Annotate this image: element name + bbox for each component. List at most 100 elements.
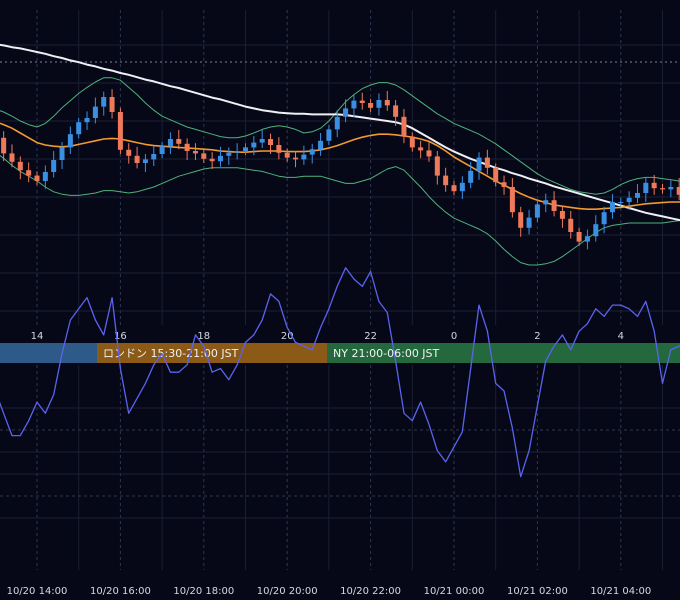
session-block <box>0 343 97 363</box>
candle-up[interactable] <box>151 154 157 160</box>
date-tick-label: 10/21 02:00 <box>507 586 568 597</box>
candle-down[interactable] <box>26 170 32 176</box>
candle-up[interactable] <box>67 134 73 148</box>
candle-up[interactable] <box>376 100 382 108</box>
candle-down[interactable] <box>134 155 140 163</box>
candle-up[interactable] <box>476 157 482 171</box>
date-tick-label: 10/21 04:00 <box>590 586 651 597</box>
candle-up[interactable] <box>326 129 332 141</box>
candle-up[interactable] <box>51 160 57 172</box>
candle-down[interactable] <box>568 218 574 232</box>
candle-down[interactable] <box>293 157 299 160</box>
candle-down[interactable] <box>660 188 665 190</box>
candle-down[interactable] <box>268 139 274 145</box>
candle-down[interactable] <box>1 137 7 154</box>
hour-tick-label: 22 <box>364 331 377 342</box>
candle-up[interactable] <box>351 100 357 109</box>
candle-down[interactable] <box>184 143 190 151</box>
candle-up[interactable] <box>459 182 465 192</box>
candle-up[interactable] <box>301 154 307 160</box>
candle-down[interactable] <box>117 112 123 150</box>
candle-down[interactable] <box>201 153 207 159</box>
candle-up[interactable] <box>618 202 624 203</box>
hour-tick-label: 0 <box>451 331 457 342</box>
candle-up[interactable] <box>584 236 590 242</box>
hour-tick-label: 14 <box>31 331 44 342</box>
candle-down[interactable] <box>9 153 15 162</box>
candle-up[interactable] <box>626 197 632 202</box>
chart-background <box>0 0 680 600</box>
candle-up[interactable] <box>318 140 324 150</box>
candle-down[interactable] <box>493 167 499 183</box>
candle-up[interactable] <box>634 193 640 198</box>
candle-up[interactable] <box>534 204 540 218</box>
session-bar: ロンドン 15:30-21:00 JST NY 21:00-06:00 JST <box>0 343 680 363</box>
candle-down[interactable] <box>518 212 524 228</box>
candle-up[interactable] <box>59 147 65 160</box>
candle-down[interactable] <box>451 185 457 192</box>
candle-up[interactable] <box>526 217 532 228</box>
candle-up[interactable] <box>668 187 674 190</box>
candle-down[interactable] <box>501 182 507 187</box>
candle-up[interactable] <box>217 155 223 162</box>
candle-up[interactable] <box>92 106 98 118</box>
date-tick-label: 10/20 16:00 <box>90 586 151 597</box>
candle-down[interactable] <box>384 100 390 106</box>
candle-down[interactable] <box>551 200 557 211</box>
date-tick-label: 10/21 00:00 <box>424 586 485 597</box>
candle-down[interactable] <box>418 147 424 151</box>
candle-down[interactable] <box>484 157 490 168</box>
candle-down[interactable] <box>576 232 582 242</box>
date-tick-label: 10/20 14:00 <box>7 586 68 597</box>
candle-down[interactable] <box>284 152 290 158</box>
candle-up[interactable] <box>259 139 265 143</box>
candle-up[interactable] <box>593 224 599 237</box>
candle-up[interactable] <box>42 172 48 181</box>
candle-up[interactable] <box>334 116 340 130</box>
candle-down[interactable] <box>509 187 515 213</box>
candle-up[interactable] <box>343 108 349 117</box>
candle-up[interactable] <box>84 118 90 123</box>
candle-down[interactable] <box>651 182 657 189</box>
hour-tick-label: 4 <box>618 331 624 342</box>
candle-up[interactable] <box>101 97 107 107</box>
candle-up[interactable] <box>142 159 148 163</box>
candle-down[interactable] <box>359 100 365 103</box>
candle-down[interactable] <box>443 175 449 186</box>
date-tick-label: 10/20 22:00 <box>340 586 401 597</box>
candle-up[interactable] <box>643 182 649 193</box>
candle-up[interactable] <box>167 139 173 147</box>
session-label: NY 21:00-06:00 JST <box>333 347 440 360</box>
candle-down[interactable] <box>17 161 23 171</box>
date-tick-label: 10/20 20:00 <box>257 586 318 597</box>
candle-down[interactable] <box>276 145 282 153</box>
candle-up[interactable] <box>251 142 257 148</box>
candle-down[interactable] <box>426 150 432 157</box>
candle-down[interactable] <box>393 105 399 117</box>
candle-up[interactable] <box>609 202 615 213</box>
date-tick-label: 10/20 18:00 <box>173 586 234 597</box>
candle-down[interactable] <box>409 136 415 148</box>
candle-up[interactable] <box>226 152 232 156</box>
trading-chart[interactable]: 14 16 18 20 22 0 2 4 ロンドン 15:30-21:00 JST NY 21:… <box>0 0 680 600</box>
session-label: ロンドン 15:30-21:00 JST <box>103 347 239 360</box>
candle-down[interactable] <box>209 158 215 162</box>
candle-down[interactable] <box>401 116 407 137</box>
candle-up[interactable] <box>76 122 82 135</box>
candle-up[interactable] <box>309 149 315 155</box>
candle-down[interactable] <box>34 175 40 181</box>
candle-up[interactable] <box>543 200 549 205</box>
candle-down[interactable] <box>126 149 132 156</box>
candle-down[interactable] <box>559 211 565 219</box>
candle-up[interactable] <box>234 151 240 153</box>
candle-down[interactable] <box>109 97 115 112</box>
candle-up[interactable] <box>601 212 607 225</box>
candle-up[interactable] <box>468 170 474 183</box>
candle-up[interactable] <box>159 146 165 154</box>
hour-tick-label: 2 <box>534 331 540 342</box>
candle-down[interactable] <box>192 151 198 154</box>
candle-up[interactable] <box>243 147 248 151</box>
candle-down[interactable] <box>176 139 182 144</box>
candle-down[interactable] <box>368 103 374 108</box>
candle-down[interactable] <box>434 156 440 176</box>
